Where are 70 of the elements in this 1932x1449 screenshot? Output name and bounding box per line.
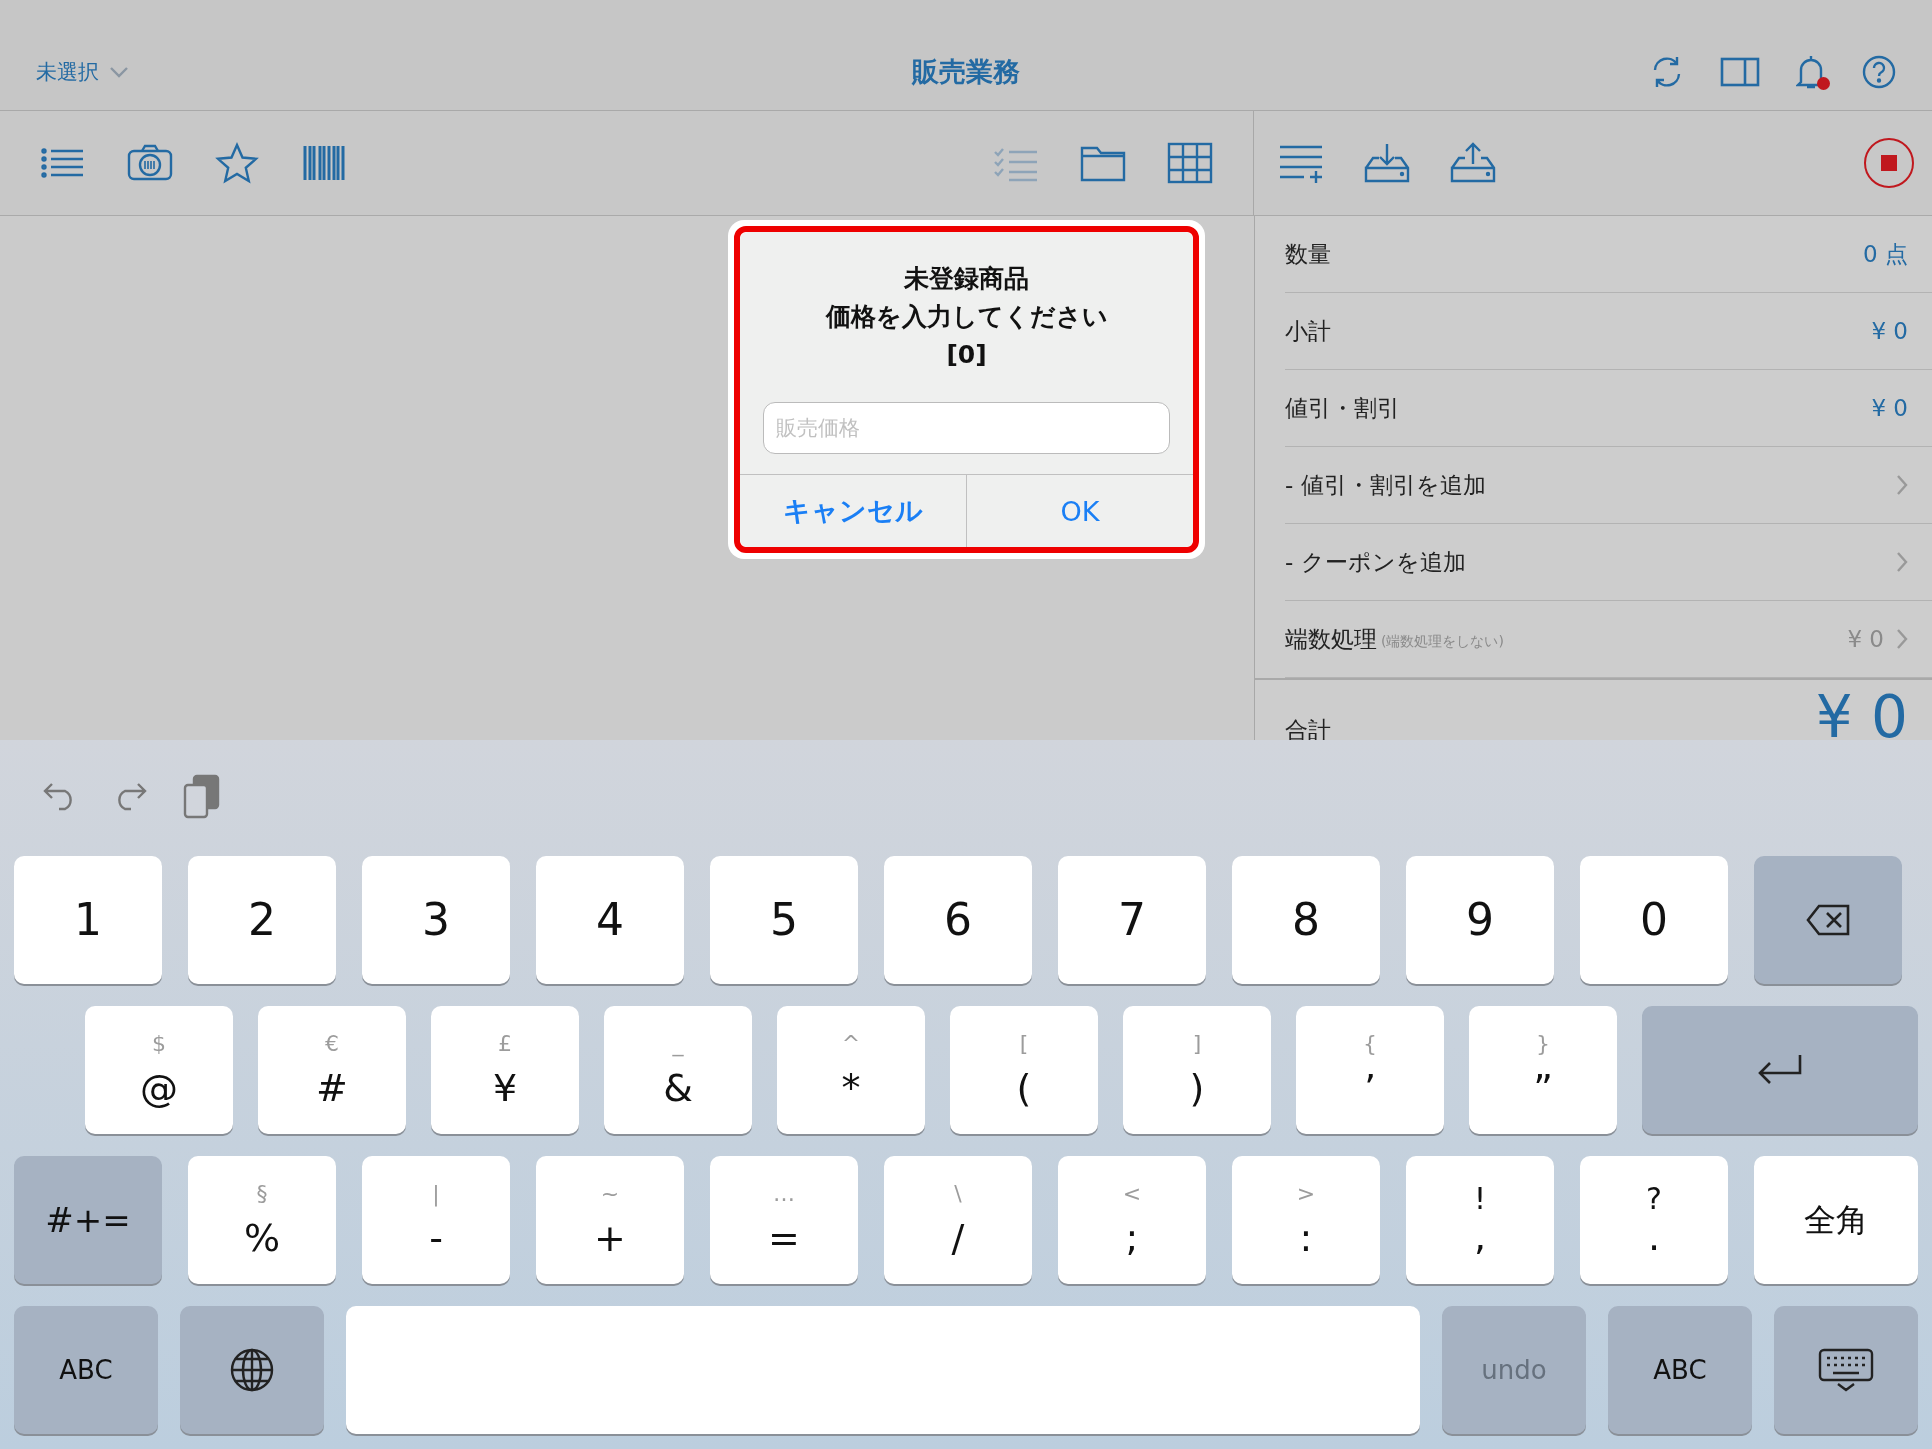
keyboard-icon	[1817, 1347, 1875, 1393]
summary-value: ¥ 0	[1847, 626, 1884, 652]
summary-label: 小計	[1285, 316, 1331, 346]
chevron-down-icon[interactable]	[109, 66, 129, 78]
backspace-icon	[1805, 903, 1851, 937]
chevron-right-icon	[1896, 628, 1908, 650]
key[interactable]: € #	[258, 1006, 406, 1134]
backspace-key[interactable]	[1754, 856, 1902, 984]
key[interactable]: £ ¥	[431, 1006, 579, 1134]
clipboard-icon[interactable]	[182, 773, 222, 819]
key[interactable]: ^ *	[777, 1006, 925, 1134]
star-icon[interactable]	[214, 142, 260, 184]
summary-link-row[interactable]: - クーポンを追加	[1285, 524, 1932, 601]
key[interactable]: < ;	[1058, 1156, 1206, 1284]
globe-icon	[229, 1347, 275, 1393]
key[interactable]: _ &	[604, 1006, 752, 1134]
rounding-note: (端数処理をしない)	[1381, 633, 1504, 651]
summary-value: ¥ 0	[1871, 318, 1908, 344]
dialog-message: [0]	[945, 339, 988, 371]
key[interactable]: | -	[362, 1156, 510, 1284]
total-value: ¥ 0	[1815, 688, 1908, 740]
hide-keyboard-key[interactable]	[1774, 1306, 1918, 1434]
key[interactable]: 1	[14, 856, 162, 984]
summary-value: 0 点	[1863, 239, 1908, 269]
sidebar-icon[interactable]	[1720, 57, 1760, 87]
key[interactable]: 4	[536, 856, 684, 984]
key[interactable]: } ”	[1469, 1006, 1617, 1134]
grid-icon[interactable]	[1167, 142, 1213, 184]
rounding-row[interactable]: 端数処理 (端数処理をしない) ¥ 0	[1285, 601, 1932, 678]
summary-link-label: - 値引・割引を追加	[1285, 470, 1486, 500]
key[interactable]: $ @	[85, 1006, 233, 1134]
help-icon[interactable]	[1862, 55, 1896, 89]
key[interactable]: ! ,	[1406, 1156, 1554, 1284]
key[interactable]: 6	[884, 856, 1032, 984]
key[interactable]: 3	[362, 856, 510, 984]
key[interactable]: 8	[1232, 856, 1380, 984]
key[interactable]: { ’	[1296, 1006, 1444, 1134]
summary-link-label: - クーポンを追加	[1285, 547, 1466, 577]
key[interactable]: ~ +	[536, 1156, 684, 1284]
chevron-right-icon	[1896, 474, 1908, 496]
summary-label: 値引・割引	[1285, 393, 1400, 423]
dialog-message: 未登録商品	[903, 263, 1030, 295]
key[interactable]: 2	[188, 856, 336, 984]
summary-value: ¥ 0	[1871, 395, 1908, 421]
key[interactable]: 7	[1058, 856, 1206, 984]
key[interactable]: 全角	[1754, 1156, 1918, 1284]
key[interactable]: 9	[1406, 856, 1554, 984]
chevron-right-icon	[1896, 551, 1908, 573]
tray-in-icon[interactable]	[1364, 142, 1410, 184]
key[interactable]: ] )	[1123, 1006, 1271, 1134]
summary-label: 端数処理	[1285, 624, 1377, 654]
mode-key[interactable]: ABC	[14, 1306, 158, 1434]
tray-out-icon[interactable]	[1450, 142, 1496, 184]
screen-title: 販売業務	[912, 55, 1020, 89]
price-input-field[interactable]: 販売価格	[763, 402, 1170, 454]
summary-link-row[interactable]: - 値引・割引を追加	[1285, 447, 1932, 524]
key[interactable]: #+=	[14, 1156, 162, 1284]
mode-key[interactable]: ABC	[1608, 1306, 1752, 1434]
stop-button[interactable]	[1864, 138, 1914, 188]
key[interactable]: 5	[710, 856, 858, 984]
dialog-message: 価格を入力してください	[824, 301, 1109, 333]
key[interactable]: ? .	[1580, 1156, 1728, 1284]
key[interactable]: \ /	[884, 1156, 1032, 1284]
key[interactable]: > :	[1232, 1156, 1380, 1284]
globe-key[interactable]	[180, 1306, 324, 1434]
key[interactable]: … =	[710, 1156, 858, 1284]
key[interactable]: [ (	[950, 1006, 1098, 1134]
summary-label: 数量	[1285, 239, 1331, 269]
key[interactable]: 0	[1580, 856, 1728, 984]
key[interactable]: § %	[188, 1156, 336, 1284]
